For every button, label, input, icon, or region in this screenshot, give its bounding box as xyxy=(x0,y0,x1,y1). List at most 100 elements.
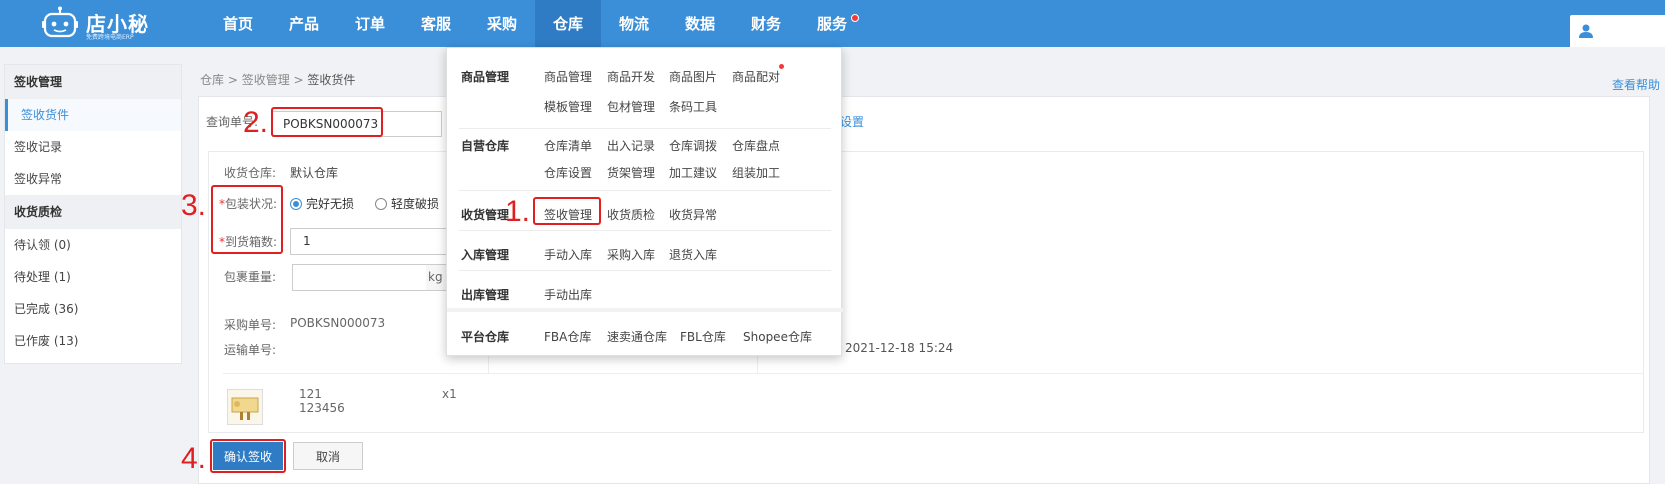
menu-item-purchase-inbound[interactable]: 采购入库 xyxy=(607,246,655,263)
product-name: 121 xyxy=(299,387,322,401)
warehouse-label: 收货仓库: xyxy=(224,166,277,180)
product-image-icon xyxy=(231,397,259,420)
logo-subtitle: 免费跨境电商ERP xyxy=(86,34,134,41)
radio-selected-icon xyxy=(290,197,302,210)
sidebar-item-pending-claim[interactable]: 待认领 (0) xyxy=(5,229,181,261)
menu-item-barcode-tool[interactable]: 条码工具 xyxy=(669,98,717,115)
divider xyxy=(223,373,1643,374)
sidebar-group-sign-management: 签收管理 xyxy=(5,65,181,99)
menu-item-receiving-qc[interactable]: 收货质检 xyxy=(607,206,655,223)
radio-slightly-damaged[interactable]: 轻度破损 xyxy=(375,195,439,212)
breadcrumb-sign-management[interactable]: 签收管理 xyxy=(242,73,290,87)
product-thumbnail[interactable] xyxy=(227,389,263,425)
menu-item-template-management[interactable]: 模板管理 xyxy=(544,98,592,115)
menu-section-platform-warehouse: 平台仓库 xyxy=(461,330,510,344)
tracking-number-label: 运输单号: xyxy=(224,343,277,357)
menu-item-warehouse-settings[interactable]: 仓库设置 xyxy=(544,164,592,181)
menu-item-warehouse-list[interactable]: 仓库清单 xyxy=(544,137,592,154)
user-icon xyxy=(1579,24,1593,38)
menu-item-shelf-management[interactable]: 货架管理 xyxy=(607,164,655,181)
annotation-box-1 xyxy=(533,197,601,225)
weight-label: 包裹重量: xyxy=(224,270,277,284)
menu-divider xyxy=(447,308,843,312)
annotation-number-4: 4. xyxy=(181,442,207,475)
nav-item-finance[interactable]: 财务 xyxy=(733,0,799,47)
nav-item-products[interactable]: 产品 xyxy=(271,0,337,47)
sidebar-group-receiving-qc: 收货质检 xyxy=(5,195,181,229)
sidebar-item-pending[interactable]: 待处理 (1) xyxy=(5,261,181,293)
nav-item-warehouse[interactable]: 仓库 xyxy=(535,0,601,47)
cancel-button[interactable]: 取消 xyxy=(293,442,363,470)
top-navigation-bar: 店小秘 免费跨境电商ERP 首页 产品 订单 客服 采购 仓库 物流 数据 财务… xyxy=(0,0,1665,47)
breadcrumb: 仓库 > 签收管理 > 签收货件 xyxy=(200,71,355,88)
nav-item-customer-service[interactable]: 客服 xyxy=(403,0,469,47)
menu-section-outbound-management: 出库管理 xyxy=(461,288,510,302)
radio-intact-label: 完好无损 xyxy=(306,197,355,211)
menu-section-receiving-management: 收货管理 xyxy=(461,208,510,222)
nav-item-services-label: 服务 xyxy=(816,15,847,33)
help-link[interactable]: 查看帮助 xyxy=(1612,76,1660,93)
menu-divider xyxy=(459,270,831,271)
sidebar-item-sign-records[interactable]: 签收记录 xyxy=(5,131,181,163)
nav-item-services[interactable]: 服务 xyxy=(799,0,865,47)
menu-item-packaging-management[interactable]: 包材管理 xyxy=(607,98,655,115)
app-logo[interactable]: 店小秘 免费跨境电商ERP xyxy=(42,4,162,42)
nav-item-purchasing[interactable]: 采购 xyxy=(469,0,535,47)
main-nav: 首页 产品 订单 客服 采购 仓库 物流 数据 财务 服务 xyxy=(205,0,865,47)
menu-divider xyxy=(459,128,831,129)
notification-dot xyxy=(851,14,859,22)
menu-divider xyxy=(459,190,831,191)
robot-logo-icon xyxy=(42,6,78,38)
user-menu[interactable] xyxy=(1570,15,1665,47)
po-number-value: POBKSN000073 xyxy=(290,316,386,330)
nav-item-data[interactable]: 数据 xyxy=(667,0,733,47)
nav-item-orders[interactable]: 订单 xyxy=(337,0,403,47)
annotation-number-2: 2. xyxy=(243,106,269,139)
breadcrumb-separator: > xyxy=(289,73,308,87)
radio-intact[interactable]: 完好无损 xyxy=(290,195,354,212)
menu-item-product-images[interactable]: 商品图片 xyxy=(669,68,717,85)
menu-item-product-development[interactable]: 商品开发 xyxy=(607,68,655,85)
radio-unselected-icon xyxy=(375,197,387,210)
menu-item-product-management[interactable]: 商品管理 xyxy=(544,68,592,85)
annotation-box-3 xyxy=(211,185,283,254)
annotation-box-4 xyxy=(210,439,286,473)
menu-item-inventory-count[interactable]: 仓库盘点 xyxy=(732,137,780,154)
sidebar-item-sign-exceptions[interactable]: 签收异常 xyxy=(5,163,181,195)
breadcrumb-warehouse[interactable]: 仓库 xyxy=(200,73,224,87)
breadcrumb-current: 签收货件 xyxy=(307,73,356,87)
sidebar-item-sign-shipment[interactable]: 签收货件 xyxy=(5,99,181,131)
breadcrumb-separator: > xyxy=(224,73,242,87)
menu-item-inout-records[interactable]: 出入记录 xyxy=(607,137,655,154)
receipt-info-box xyxy=(208,151,1644,433)
product-quantity: x1 xyxy=(442,387,457,401)
nav-item-home[interactable]: 首页 xyxy=(205,0,271,47)
menu-item-shopee-warehouse[interactable]: Shopee仓库 xyxy=(743,328,812,345)
menu-item-manual-inbound[interactable]: 手动入库 xyxy=(544,246,592,263)
menu-item-product-pairing[interactable]: 商品配对 xyxy=(732,68,780,85)
menu-item-receiving-exceptions[interactable]: 收货异常 xyxy=(669,206,717,223)
radio-damaged-label: 轻度破损 xyxy=(391,197,440,211)
annotation-number-3: 3. xyxy=(181,189,207,222)
menu-item-assembly-processing[interactable]: 组装加工 xyxy=(732,164,780,181)
sidebar-item-voided[interactable]: 已作废 (13) xyxy=(5,325,181,357)
menu-item-fba-warehouse[interactable]: FBA仓库 xyxy=(544,328,591,345)
menu-item-processing-suggestions[interactable]: 加工建议 xyxy=(669,164,717,181)
menu-item-fbl-warehouse[interactable]: FBL仓库 xyxy=(680,328,726,345)
menu-item-return-inbound[interactable]: 退货入库 xyxy=(669,246,717,263)
annotation-box-2 xyxy=(271,107,383,137)
arrival-boxes-input[interactable]: 1 xyxy=(290,228,450,255)
settings-link[interactable]: 设置 xyxy=(840,113,864,130)
sidebar-item-completed[interactable]: 已完成 (36) xyxy=(5,293,181,325)
product-sku: 123456 xyxy=(299,401,345,415)
new-badge-dot xyxy=(779,64,784,69)
nav-item-logistics[interactable]: 物流 xyxy=(601,0,667,47)
warehouse-value: 默认仓库 xyxy=(290,166,339,180)
menu-section-inbound-management: 入库管理 xyxy=(461,248,510,262)
menu-item-manual-outbound[interactable]: 手动出库 xyxy=(544,286,592,303)
po-number-label: 采购单号: xyxy=(224,318,277,332)
menu-divider xyxy=(459,230,831,231)
menu-item-warehouse-transfer[interactable]: 仓库调拨 xyxy=(669,137,717,154)
package-weight-input[interactable] xyxy=(292,264,427,291)
menu-item-aliexpress-warehouse[interactable]: 速卖通仓库 xyxy=(607,328,667,345)
